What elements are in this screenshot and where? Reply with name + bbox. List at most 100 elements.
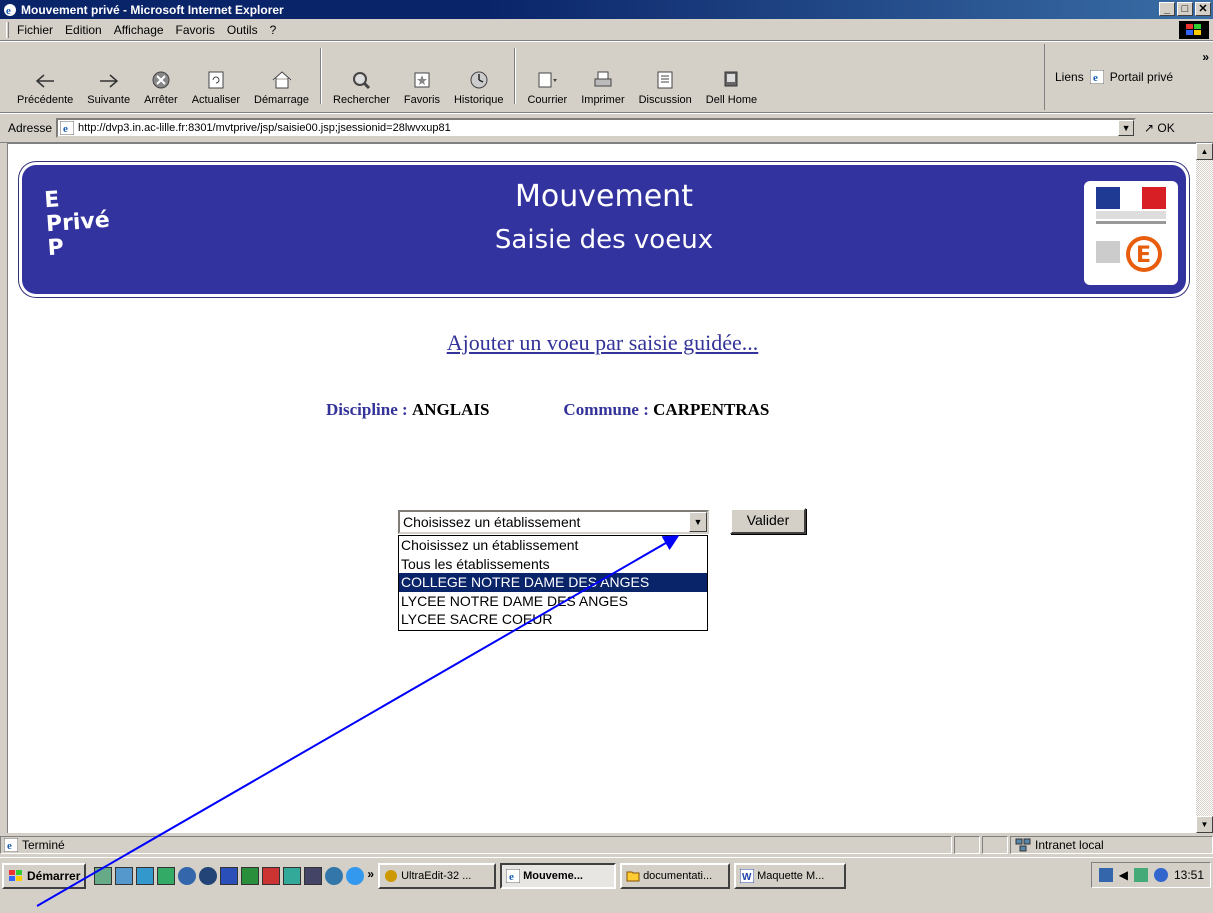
stop-label: Arrêter	[144, 94, 178, 106]
start-label: Démarrer	[27, 869, 81, 883]
banner-subtitle: Saisie des voeux	[494, 225, 714, 255]
quicklaunch-icon[interactable]	[262, 867, 281, 885]
status-cell	[982, 836, 1008, 854]
history-button[interactable]: Historique	[447, 46, 511, 106]
address-label: Adresse	[8, 121, 53, 135]
tray-icon[interactable]	[1153, 868, 1168, 882]
task-mouvement[interactable]: e Mouveme...	[500, 863, 617, 889]
quicklaunch-icon[interactable]	[346, 867, 365, 885]
refresh-icon	[208, 71, 224, 89]
refresh-button[interactable]: Actualiser	[185, 46, 247, 106]
menu-affichage[interactable]: Affichage	[114, 23, 164, 37]
start-button[interactable]: Démarrer	[2, 863, 87, 889]
menu-favoris[interactable]: Favoris	[176, 23, 215, 37]
chevron-down-icon[interactable]: ▼	[689, 512, 707, 532]
intranet-icon	[1015, 838, 1031, 852]
vertical-scrollbar[interactable]: ▲ ▼	[1196, 143, 1213, 833]
go-button[interactable]: ↗ OK	[1144, 121, 1175, 135]
task-ultraedit[interactable]: UltraEdit-32 ...	[378, 863, 497, 889]
clock: 13:51	[1173, 868, 1204, 882]
volume-icon[interactable]: ◀	[1119, 868, 1128, 882]
scroll-up-icon[interactable]: ▲	[1196, 143, 1213, 160]
svg-text:e: e	[7, 840, 12, 852]
system-tray: ◀ 13:51	[1091, 862, 1211, 888]
favorites-icon	[414, 72, 430, 88]
quicklaunch-icon[interactable]	[178, 867, 197, 885]
home-label: Démarrage	[254, 94, 310, 106]
tray-icon[interactable]	[1098, 868, 1113, 882]
quicklaunch-icon[interactable]	[115, 867, 134, 885]
quicklaunch-icon[interactable]	[283, 867, 302, 885]
task-maquette[interactable]: W Maquette M...	[734, 863, 847, 889]
favorites-button[interactable]: Favoris	[397, 46, 447, 106]
back-button[interactable]: Précédente	[10, 46, 80, 106]
ie-page-icon: e	[4, 838, 18, 852]
option-all[interactable]: Tous les établissements	[399, 555, 707, 574]
address-input[interactable]: e http://dvp3.in.ac-lille.fr:8301/mvtpri…	[56, 118, 1137, 138]
quicklaunch-icon[interactable]	[136, 867, 155, 885]
scroll-down-icon[interactable]: ▼	[1196, 816, 1213, 833]
search-label: Rechercher	[333, 94, 390, 106]
menu-edition[interactable]: Edition	[65, 23, 102, 37]
option-lycee-sacre-coeur[interactable]: LYCEE SACRE COEUR	[399, 610, 707, 629]
quicklaunch-icon[interactable]	[157, 867, 176, 885]
quicklaunch-icon[interactable]	[199, 867, 218, 885]
quicklaunch-more[interactable]: »	[367, 867, 374, 885]
commune-label: Commune :	[563, 400, 649, 419]
forward-button[interactable]: Suivante	[80, 46, 137, 106]
menu-fichier[interactable]: Fichier	[17, 23, 53, 37]
add-wish-link[interactable]: Ajouter un voeu par saisie guidée...	[447, 330, 759, 355]
minimize-button[interactable]: _	[1159, 2, 1175, 16]
stop-icon	[152, 71, 170, 89]
stop-button[interactable]: Arrêter	[137, 46, 185, 106]
page-heading: Ajouter un voeu par saisie guidée...	[8, 330, 1196, 356]
home-button[interactable]: Démarrage	[247, 46, 316, 106]
favorites-label: Favoris	[403, 94, 440, 106]
ie-icon: e	[3, 3, 17, 17]
mail-button[interactable]: Courrier	[520, 46, 574, 106]
validate-button[interactable]: Valider	[730, 508, 806, 534]
portal-link[interactable]: Portail privé	[1110, 70, 1173, 84]
address-dropdown-icon[interactable]: ▼	[1118, 120, 1135, 136]
links-label[interactable]: Liens	[1055, 70, 1084, 84]
quicklaunch-icon[interactable]	[304, 867, 323, 885]
discussion-label: Discussion	[638, 94, 692, 106]
task-documentation[interactable]: documentati...	[620, 863, 731, 889]
menu-outils[interactable]: Outils	[227, 23, 258, 37]
status-text: Terminé	[22, 838, 65, 852]
close-button[interactable]: ✕	[1195, 2, 1211, 16]
establishment-select[interactable]: Choisissez un établissement ▼	[398, 510, 709, 534]
tray-icon[interactable]	[1133, 868, 1148, 882]
back-arrow-icon	[35, 74, 55, 88]
toolbar-separator	[514, 48, 517, 104]
search-button[interactable]: Rechercher	[326, 46, 397, 106]
svg-text:e: e	[509, 871, 514, 883]
quicklaunch-icon[interactable]	[94, 867, 113, 885]
page-banner: E Privé P Mouvement Saisie des voeux E	[22, 165, 1186, 294]
ie-page-icon: e	[60, 121, 75, 135]
svg-text:W: W	[742, 872, 752, 883]
maximize-button[interactable]: □	[1177, 2, 1193, 16]
zone-label: Intranet local	[1035, 838, 1104, 852]
option-choose[interactable]: Choisissez un établissement	[399, 536, 707, 555]
quicklaunch-icon[interactable]	[241, 867, 260, 885]
toolbar-more-chevron[interactable]: »	[1202, 50, 1209, 64]
menu-help[interactable]: ?	[270, 23, 277, 37]
dell-home-button[interactable]: Dell Home	[699, 46, 764, 106]
forward-arrow-icon	[99, 74, 118, 88]
windows-taskbar: Démarrer » UltraEdit-32 ... e Mouveme...	[0, 857, 1213, 913]
discipline-value: ANGLAIS	[411, 400, 490, 419]
svg-text:e: e	[63, 123, 68, 135]
option-college-notre-dame[interactable]: COLLEGE NOTRE DAME DES ANGES	[399, 573, 707, 592]
discussion-icon	[657, 71, 673, 89]
quicklaunch-icon[interactable]	[325, 867, 344, 885]
establishment-options: Choisissez un établissement Tous les éta…	[398, 535, 708, 631]
print-button[interactable]: Imprimer	[574, 46, 631, 106]
quicklaunch-icon[interactable]	[220, 867, 239, 885]
option-lycee-notre-dame[interactable]: LYCEE NOTRE DAME DES ANGES	[399, 592, 707, 611]
status-main: e Terminé	[0, 836, 952, 854]
forward-label: Suivante	[87, 94, 131, 106]
discussion-button[interactable]: Discussion	[632, 46, 699, 106]
mail-label: Courrier	[527, 94, 568, 106]
status-cell	[954, 836, 980, 854]
